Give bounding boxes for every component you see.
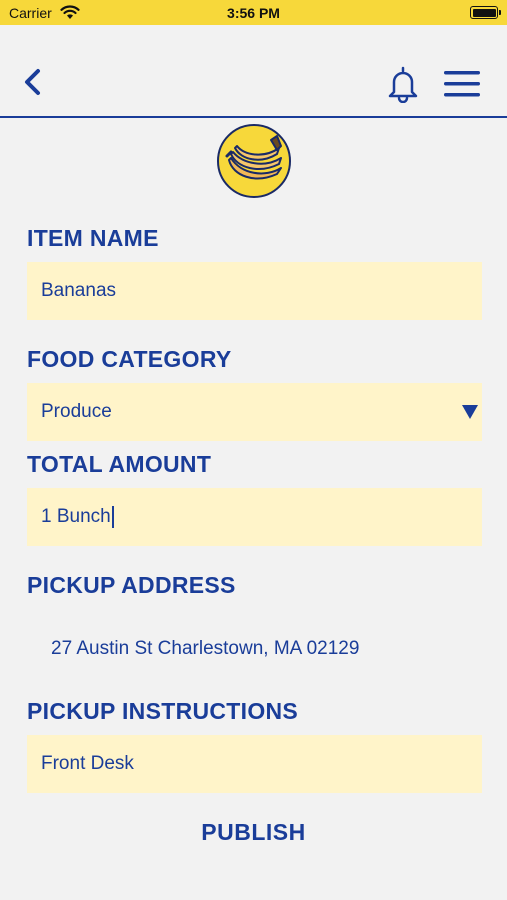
- food-category-label: FOOD CATEGORY: [27, 346, 232, 372]
- pickup-instructions-value: Front Desk: [41, 753, 134, 774]
- pickup-instructions-input[interactable]: Front Desk: [27, 735, 482, 793]
- dropdown-caret-icon: [462, 405, 478, 419]
- nav-bar: [0, 25, 507, 117]
- back-icon[interactable]: [20, 67, 46, 97]
- pickup-address-value[interactable]: 27 Austin St Charlestown, MA 02129: [51, 638, 359, 660]
- total-amount-input[interactable]: 1 Bunch: [27, 488, 482, 546]
- status-time: 3:56 PM: [227, 5, 280, 21]
- bell-icon[interactable]: [386, 65, 420, 103]
- nav-divider: [0, 116, 507, 118]
- item-name-label: ITEM NAME: [27, 225, 159, 251]
- text-cursor: [111, 505, 114, 528]
- menu-icon[interactable]: [443, 69, 481, 99]
- publish-button[interactable]: PUBLISH: [0, 819, 507, 846]
- item-name-input[interactable]: Bananas: [27, 262, 482, 320]
- item-name-value: Bananas: [41, 280, 117, 301]
- pickup-address-label: PICKUP ADDRESS: [27, 572, 236, 598]
- banana-logo: [217, 124, 291, 198]
- total-amount-value: 1 Bunch: [41, 506, 111, 527]
- food-category-select[interactable]: Produce: [27, 383, 482, 441]
- banana-icon: [225, 135, 282, 180]
- total-amount-label: TOTAL AMOUNT: [27, 451, 212, 477]
- battery-icon: [470, 6, 501, 19]
- status-bar: Carrier 3:56 PM: [0, 0, 507, 25]
- pickup-instructions-label: PICKUP INSTRUCTIONS: [27, 698, 299, 724]
- food-category-value: Produce: [41, 401, 112, 422]
